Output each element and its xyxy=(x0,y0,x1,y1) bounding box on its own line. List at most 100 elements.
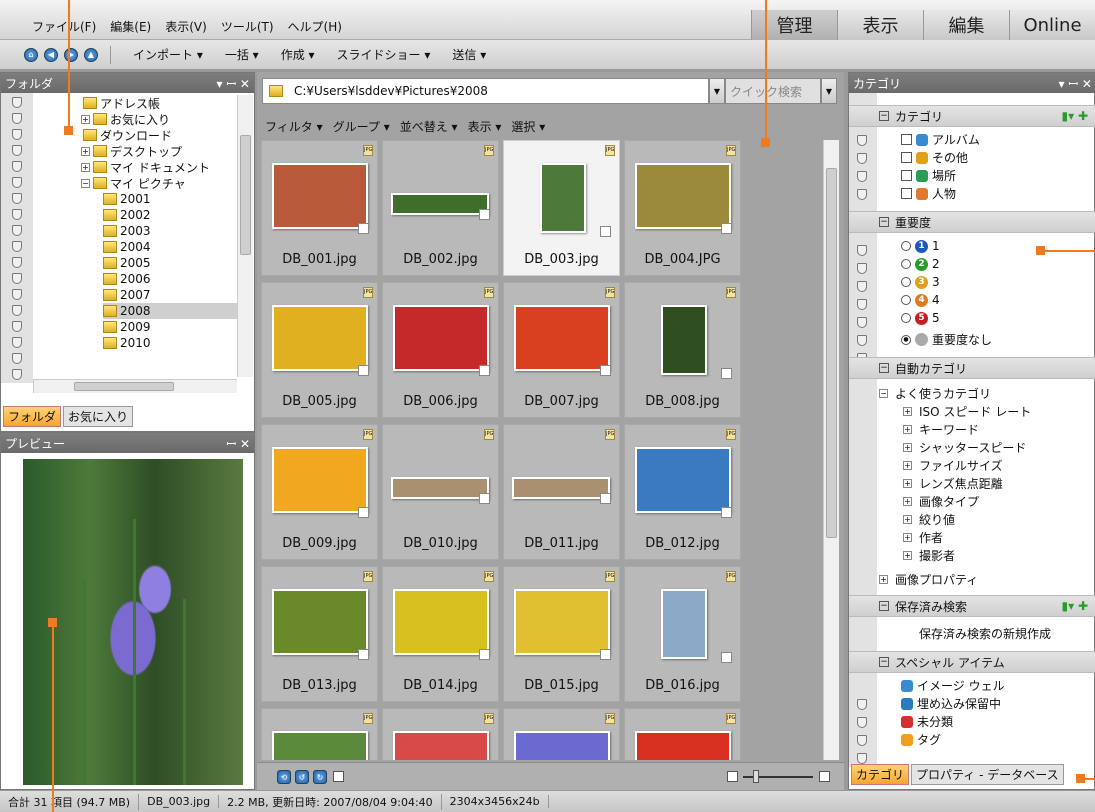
importance-radio[interactable] xyxy=(901,241,911,251)
menu-item[interactable]: ツール(T) xyxy=(221,18,274,35)
mode-tab[interactable]: Online xyxy=(1009,10,1095,40)
importance-radio[interactable] xyxy=(901,259,911,269)
section-categories[interactable]: − カテゴリ ▮▾ ✚ xyxy=(849,105,1095,127)
toolbar-menu-item[interactable]: 作成 ▾ xyxy=(281,46,315,63)
expand-icon[interactable]: + xyxy=(903,407,912,416)
menu-item[interactable]: 編集(E) xyxy=(110,18,151,35)
importance-item[interactable]: 22 xyxy=(901,257,940,271)
tree-node[interactable]: 2002 xyxy=(103,207,151,223)
expand-icon[interactable]: + xyxy=(81,146,90,156)
filter-menu-item[interactable]: 並べ替え ▾ xyxy=(400,118,458,135)
section-importance[interactable]: − 重要度 xyxy=(849,211,1095,233)
importance-none-item[interactable]: ● 重要度なし xyxy=(901,331,992,348)
tree-node[interactable]: 2004 xyxy=(103,239,151,255)
folder-hscroll-thumb[interactable] xyxy=(74,382,174,391)
select-checkbox[interactable] xyxy=(721,368,732,379)
tree-node[interactable]: ダウンロード xyxy=(83,127,172,143)
category-item[interactable]: アルバム xyxy=(901,131,980,148)
tree-node[interactable]: 2006 xyxy=(103,271,151,287)
image-props-item[interactable]: + 画像プロパティ xyxy=(879,571,978,588)
select-checkbox[interactable] xyxy=(479,365,490,376)
collapse-icon[interactable]: − xyxy=(879,217,889,227)
auto-category-item[interactable]: + シャッタースピード xyxy=(903,439,1026,456)
collapse-icon[interactable]: − xyxy=(879,389,888,398)
collapse-icon[interactable]: − xyxy=(879,111,889,121)
pane-controls-icon[interactable]: ▾ ꟷ ✕ xyxy=(217,75,250,92)
select-checkbox[interactable] xyxy=(358,223,369,234)
filter-menu-item[interactable]: フィルタ ▾ xyxy=(265,118,323,135)
select-checkbox[interactable] xyxy=(479,649,490,660)
tree-node[interactable]: + デスクトップ xyxy=(81,143,182,159)
forward-icon[interactable]: ▶ xyxy=(64,47,78,62)
rotate-icon[interactable]: ⟲ xyxy=(277,770,291,784)
select-checkbox[interactable] xyxy=(479,209,490,220)
tree-node[interactable]: 2005 xyxy=(103,255,151,271)
tab-properties-database[interactable]: プロパティ - データベース xyxy=(911,764,1064,785)
thumbnail-cell[interactable]: JPG DB_011.jpg xyxy=(503,424,620,560)
thumbnail-cell[interactable]: JPG DB_008.jpg xyxy=(624,282,741,418)
filter-menu-item[interactable]: 選択 ▾ xyxy=(511,118,545,135)
filter-menu-item[interactable]: グループ ▾ xyxy=(333,118,390,135)
collapse-icon[interactable]: − xyxy=(879,657,889,667)
toolbar-menu-item[interactable]: インポート ▾ xyxy=(133,46,203,63)
tree-node[interactable]: 2003 xyxy=(103,223,151,239)
tree-node[interactable]: 2009 xyxy=(103,319,151,335)
expand-icon[interactable]: + xyxy=(903,515,912,524)
special-item[interactable]: タグ xyxy=(901,731,941,748)
collapse-icon[interactable]: − xyxy=(879,363,889,373)
thumbnail-cell[interactable]: JPG DB_009.jpg xyxy=(261,424,378,560)
importance-radio[interactable] xyxy=(901,313,911,323)
thumbnail-cell[interactable]: JPG DB_010.jpg xyxy=(382,424,499,560)
add-category-icon[interactable]: ▮▾ ✚ xyxy=(1062,599,1089,613)
toolbar-menu-item[interactable]: 一括 ▾ xyxy=(225,46,259,63)
thumbnail-cell[interactable]: JPG DB_014.jpg xyxy=(382,566,499,702)
auto-root-item[interactable]: − よく使うカテゴリ xyxy=(879,385,991,402)
delete-icon[interactable] xyxy=(333,771,344,782)
preview-pane-controls-icon[interactable]: ꟷ ✕ xyxy=(226,435,250,452)
quick-search-input[interactable]: クイック検索 xyxy=(725,78,821,104)
menu-item[interactable]: ファイル(F) xyxy=(32,18,96,35)
saved-search-new-item[interactable]: 保存済み検索の新規作成 xyxy=(919,625,1051,642)
folder-hscrollbar[interactable] xyxy=(33,379,237,393)
expand-icon[interactable]: + xyxy=(903,479,912,488)
select-checkbox[interactable] xyxy=(600,493,611,504)
category-item[interactable]: 場所 xyxy=(901,167,956,184)
category-pane-controls-icon[interactable]: ▾ ꟷ ✕ xyxy=(1059,75,1092,92)
zoom-slider-handle[interactable] xyxy=(753,770,759,783)
mode-tab[interactable]: 表示 xyxy=(837,10,923,40)
toolbar-menu-item[interactable]: 送信 ▾ xyxy=(452,46,486,63)
tree-node[interactable]: − マイ ピクチャ xyxy=(81,175,186,191)
category-checkbox[interactable] xyxy=(901,170,912,181)
auto-category-item[interactable]: + ファイルサイズ xyxy=(903,457,1003,474)
tree-node[interactable]: + マイ ドキュメント xyxy=(81,159,210,175)
filter-menu-item[interactable]: 表示 ▾ xyxy=(468,118,502,135)
tree-node[interactable]: 2010 xyxy=(103,335,151,351)
auto-category-item[interactable]: + 撮影者 xyxy=(903,547,955,564)
tree-node[interactable]: 2001 xyxy=(103,191,151,207)
browser-scrollbar[interactable] xyxy=(823,140,839,760)
importance-item[interactable]: 33 xyxy=(901,275,940,289)
auto-category-item[interactable]: + ISO スピード レート xyxy=(903,403,1031,420)
importance-radio[interactable]: ● xyxy=(901,334,911,345)
path-field[interactable]: C:¥Users¥lsddev¥Pictures¥2008 xyxy=(262,78,709,104)
thumbnail-cell[interactable]: JPG DB_015.jpg xyxy=(503,566,620,702)
section-special-items[interactable]: − スペシャル アイテム xyxy=(849,651,1095,673)
select-checkbox[interactable] xyxy=(600,365,611,376)
thumbnail-cell[interactable]: JPG DB_007.jpg xyxy=(503,282,620,418)
rotate-left-icon[interactable]: ↺ xyxy=(295,770,309,784)
thumbnail-cell[interactable]: JPG xyxy=(261,708,378,760)
mode-tab[interactable]: 編集 xyxy=(923,10,1009,40)
path-dropdown-icon[interactable]: ▼ xyxy=(709,78,725,104)
thumbnail-cell[interactable]: JPG DB_013.jpg xyxy=(261,566,378,702)
back-icon[interactable]: ◀ xyxy=(44,47,58,62)
zoom-out-icon[interactable] xyxy=(727,771,738,782)
thumbnail-cell[interactable]: JPG DB_006.jpg xyxy=(382,282,499,418)
auto-category-item[interactable]: + キーワード xyxy=(903,421,979,438)
thumbnail-cell[interactable]: JPG xyxy=(382,708,499,760)
browser-scroll-thumb[interactable] xyxy=(826,168,837,538)
folder-scrollbar[interactable] xyxy=(237,95,253,377)
auto-category-item[interactable]: + 画像タイプ xyxy=(903,493,979,510)
select-checkbox[interactable] xyxy=(721,223,732,234)
menu-item[interactable]: 表示(V) xyxy=(165,18,207,35)
auto-category-item[interactable]: + 絞り値 xyxy=(903,511,955,528)
